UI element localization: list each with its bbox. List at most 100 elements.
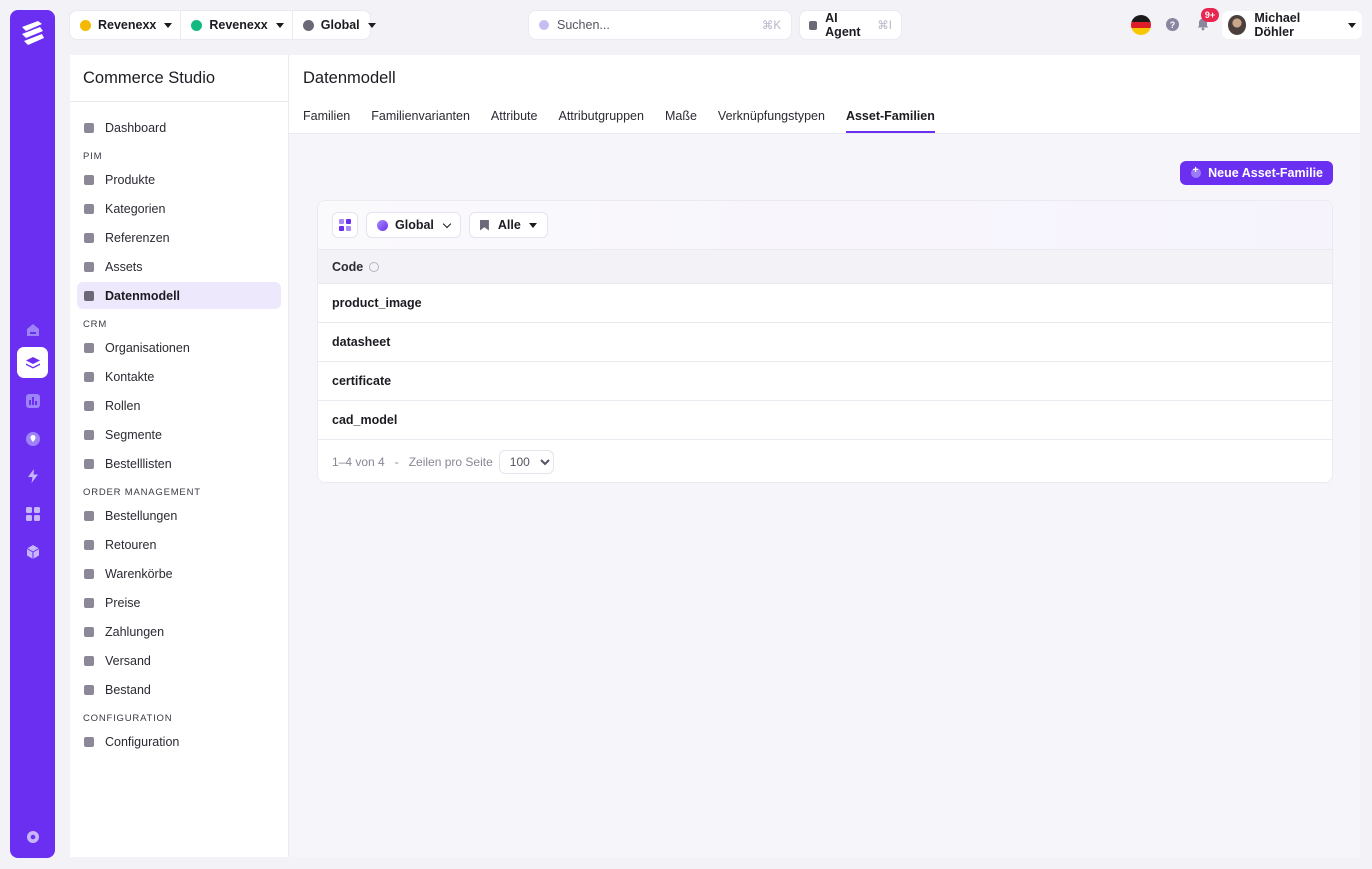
tab-familien[interactable]: Familien	[303, 109, 350, 133]
analytics-icon[interactable]	[17, 385, 48, 416]
pagination-range: 1–4 von 4	[332, 455, 385, 469]
sidebar-item-kontakte[interactable]: Kontakte	[77, 363, 281, 390]
sidebar-item-kategorien[interactable]: Kategorien	[77, 195, 281, 222]
region-selector[interactable]: Global	[291, 11, 384, 39]
sidebar-item-datenmodell[interactable]: Datenmodell	[77, 282, 281, 309]
table-row[interactable]: datasheet	[318, 323, 1332, 362]
ai-agent-label: AI Agent	[825, 11, 861, 39]
sidebar-item-label: Preise	[105, 595, 141, 610]
scope-filter-dropdown[interactable]: Global	[366, 212, 461, 238]
app-rail	[10, 10, 55, 858]
help-label: ?	[1169, 19, 1176, 30]
sidebar-item-versand[interactable]: Versand	[77, 647, 281, 674]
organization-dot-icon	[191, 19, 203, 31]
ai-agent-button[interactable]: AI Agent ⌘I	[800, 11, 901, 39]
image-icon	[84, 261, 94, 272]
caret-down-icon	[528, 222, 537, 228]
sort-icon[interactable]	[369, 261, 380, 272]
layers-icon[interactable]	[17, 347, 48, 378]
main-content: Datenmodell Familien Familienvarianten A…	[289, 55, 1360, 857]
pagination: 1–4 von 4 - Zeilen pro Seite 100	[318, 440, 1332, 482]
tenant-selector[interactable]: Revenexx	[70, 11, 180, 39]
sidebar-item-bestand[interactable]: Bestand	[77, 676, 281, 703]
sidebar-item-rollen[interactable]: Rollen	[77, 392, 281, 419]
location-icon[interactable]	[17, 423, 48, 454]
tab-attributgruppen[interactable]: Attributgruppen	[558, 109, 643, 133]
user-menu[interactable]: Michael Döhler	[1222, 11, 1362, 39]
tab-familienvarianten[interactable]: Familienvarianten	[371, 109, 470, 133]
sidebar-item-label: Warenkörbe	[105, 566, 173, 581]
page-title: Datenmodell	[289, 55, 1360, 102]
sidebar-item-produkte[interactable]: Produkte	[77, 166, 281, 193]
sidebar-item-dashboard[interactable]: Dashboard	[77, 114, 281, 141]
cube-icon[interactable]	[17, 536, 48, 567]
sidebar-item-warenkoerbe[interactable]: Warenkörbe	[77, 560, 281, 587]
credit-card-icon	[84, 626, 94, 637]
rows-per-page-select[interactable]: 100	[498, 450, 554, 474]
app-logo-icon[interactable]	[18, 18, 47, 49]
sidebar-item-label: Kategorien	[105, 201, 166, 216]
language-flag-de-icon[interactable]	[1131, 15, 1151, 35]
sidebar-item-assets[interactable]: Assets	[77, 253, 281, 280]
table-row[interactable]: certificate	[318, 362, 1332, 401]
sidebar-section-crm: CRM	[83, 319, 108, 330]
globe-icon	[377, 219, 388, 231]
plus-icon	[1191, 165, 1202, 178]
lightning-icon[interactable]	[17, 460, 48, 491]
row-code: cad_model	[332, 413, 398, 427]
sidebar-item-label: Segmente	[105, 427, 162, 442]
sidebar-item-label: Retouren	[105, 537, 157, 552]
new-asset-family-button[interactable]: Neue Asset-Familie	[1180, 161, 1333, 185]
settings-gear-icon[interactable]	[17, 821, 48, 852]
pagination-separator: -	[394, 455, 399, 469]
sidebar-item-bestelllisten[interactable]: Bestelllisten	[77, 450, 281, 477]
saved-view-dropdown[interactable]: Alle	[468, 212, 548, 238]
inventory-icon	[84, 684, 94, 695]
user-name: Michael Döhler	[1254, 11, 1301, 39]
column-header-code[interactable]: Code	[332, 260, 363, 274]
search-icon	[539, 20, 549, 30]
help-icon[interactable]: ?	[1166, 18, 1179, 31]
tab-attribute[interactable]: Attribute	[491, 109, 538, 133]
sidebar-item-preise[interactable]: Preise	[77, 589, 281, 616]
sidebar-item-referenzen[interactable]: Referenzen	[77, 224, 281, 251]
apps-grid-icon[interactable]	[17, 498, 48, 529]
sidebar-item-segmente[interactable]: Segmente	[77, 421, 281, 448]
sidebar-item-organisationen[interactable]: Organisationen	[77, 334, 281, 361]
sidebar-item-zahlungen[interactable]: Zahlungen	[77, 618, 281, 645]
sidebar-section-configuration: CONFIGURATION	[83, 713, 173, 724]
organization-selector[interactable]: Revenexx	[180, 11, 291, 39]
sidebar-title: Commerce Studio	[70, 55, 288, 102]
home-icon[interactable]	[17, 314, 48, 345]
global-search[interactable]: ⌘K	[529, 11, 791, 39]
grid-icon	[84, 290, 94, 301]
sidebar-item-label: Organisationen	[105, 340, 190, 355]
database-icon	[84, 232, 94, 243]
price-tag-icon	[84, 597, 94, 608]
sidebar-item-label: Produkte	[105, 172, 156, 187]
sidebar-item-label: Versand	[105, 653, 151, 668]
sidebar-item-bestellungen[interactable]: Bestellungen	[77, 502, 281, 529]
tab-verknuepfungstypen[interactable]: Verknüpfungstypen	[718, 109, 825, 133]
order-box-icon	[84, 510, 94, 521]
sidebar-item-retouren[interactable]: Retouren	[77, 531, 281, 558]
caret-down-icon	[1348, 22, 1356, 28]
cart-icon	[84, 568, 94, 579]
row-code: datasheet	[332, 335, 391, 349]
tenant-label: Revenexx	[98, 18, 157, 32]
sidebar-item-configuration[interactable]: Configuration	[77, 728, 281, 755]
table-row[interactable]: cad_model	[318, 401, 1332, 440]
view-toggle-button[interactable]	[332, 212, 358, 238]
tab-asset-familien[interactable]: Asset-Familien	[845, 109, 935, 133]
contact-icon	[84, 371, 94, 382]
bookmark-icon	[84, 458, 94, 469]
sidebar-item-label: Dashboard	[105, 120, 167, 135]
table-row[interactable]: product_image	[318, 284, 1332, 323]
ai-chip-icon	[809, 20, 818, 30]
search-input[interactable]	[557, 18, 762, 32]
tab-masse[interactable]: Maße	[665, 109, 697, 133]
dashboard-icon	[84, 122, 94, 133]
asset-family-table-card: Global Alle Code product_image datasheet…	[317, 200, 1333, 483]
tenant-logo-icon	[80, 19, 91, 31]
sidebar-item-label: Bestellungen	[105, 508, 178, 523]
